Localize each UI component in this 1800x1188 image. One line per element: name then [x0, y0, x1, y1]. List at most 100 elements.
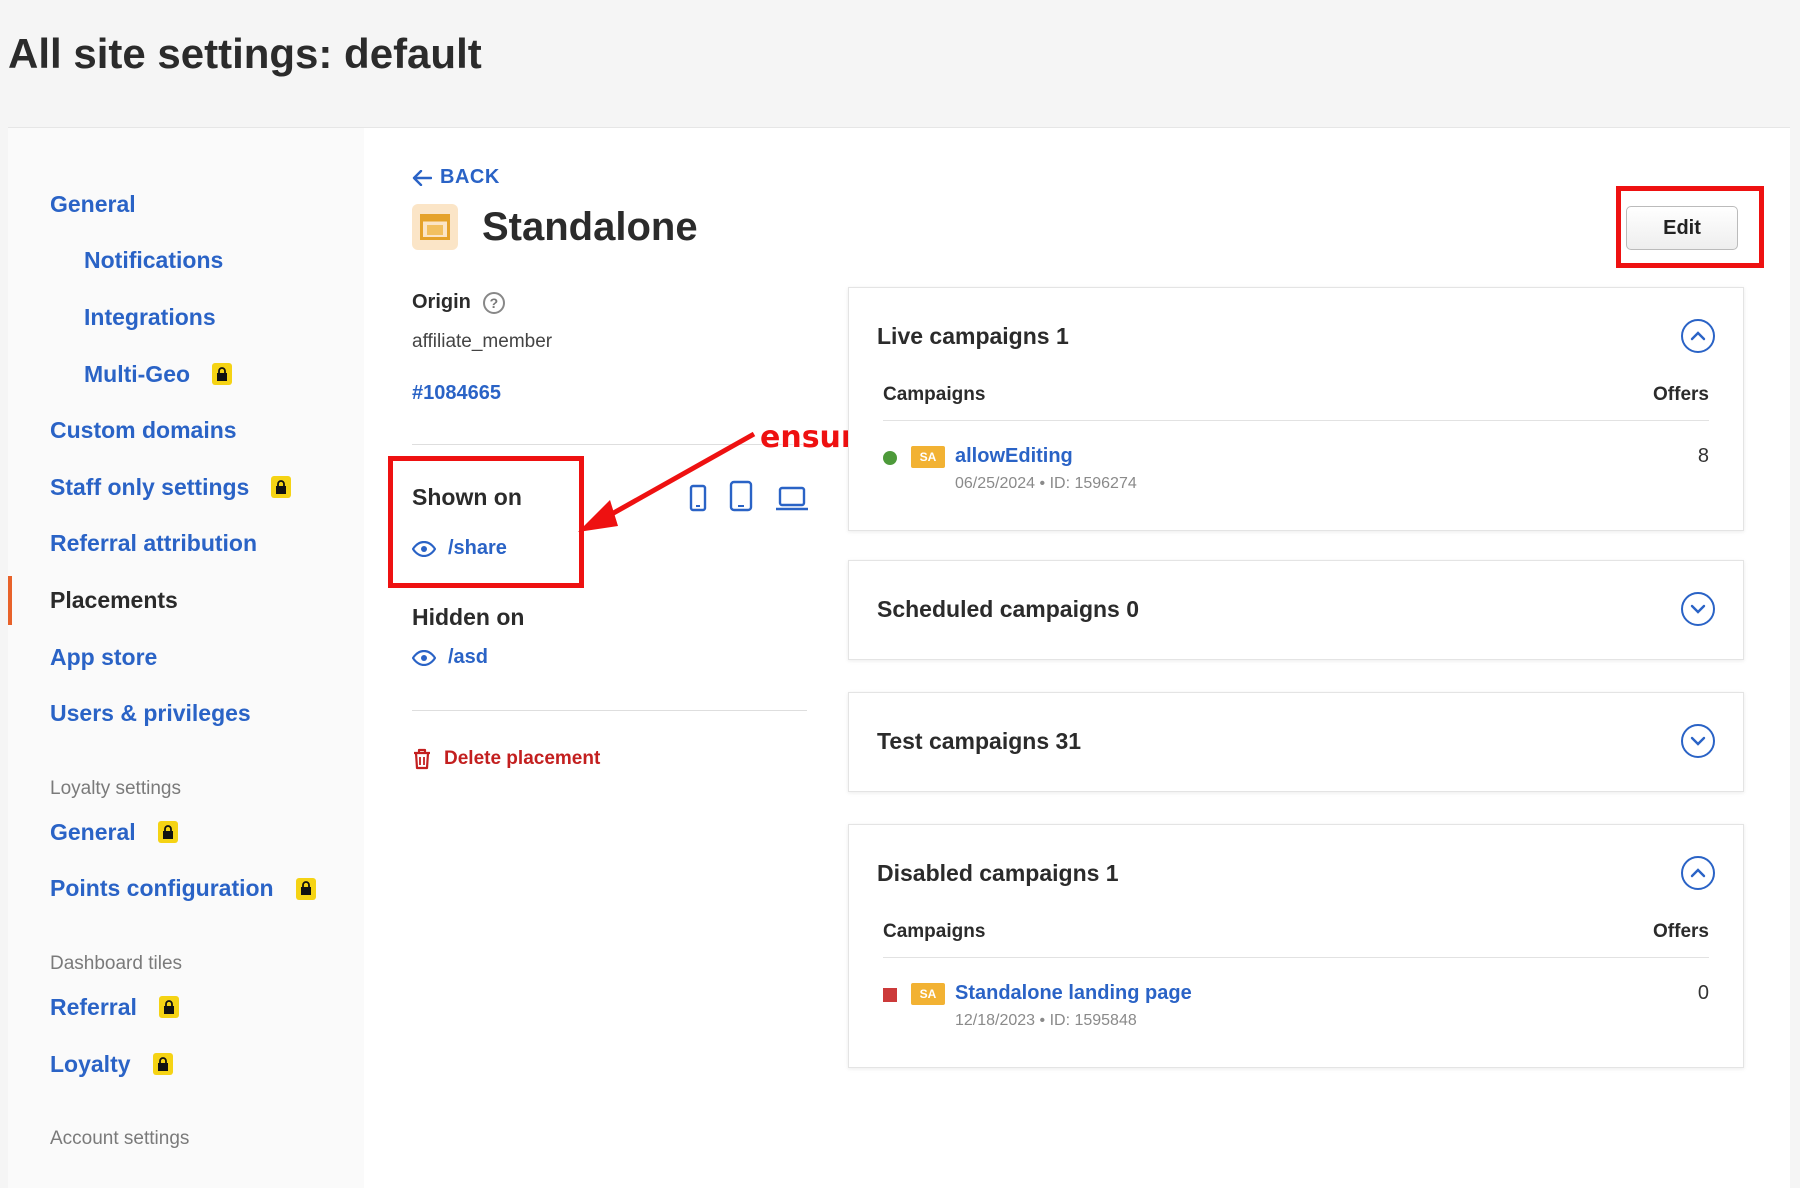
lock-icon: [271, 476, 292, 499]
sidebar-item-users-privileges[interactable]: Users & privileges: [8, 685, 364, 742]
card-header[interactable]: Test campaigns 31: [849, 693, 1743, 789]
campaign-meta: 06/25/2024 • ID: 1596274: [955, 475, 1137, 492]
sidebar-item-general[interactable]: General: [8, 176, 364, 233]
sidebar-item-notifications[interactable]: Notifications: [8, 233, 364, 290]
sidebar-item-label: Loyalty: [50, 1050, 131, 1077]
card-title: Disabled campaigns 1: [877, 859, 1119, 886]
sidebar-item-loyalty-general[interactable]: General: [8, 804, 364, 861]
trash-icon: [414, 748, 430, 770]
card-title: Test campaigns 31: [877, 727, 1082, 754]
lock-icon: [152, 1053, 173, 1076]
help-icon[interactable]: ?: [482, 291, 505, 314]
settings-panel: General Notifications Integrations Multi…: [8, 127, 1790, 1188]
campaign-name-link[interactable]: Standalone landing page: [955, 982, 1192, 1005]
sidebar-item-label: Integrations: [84, 303, 216, 330]
hidden-on-path-text: /asd: [448, 646, 489, 668]
column-header-campaigns: Campaigns: [883, 921, 986, 942]
chevron-down-icon[interactable]: [1681, 724, 1715, 758]
eye-icon: [412, 540, 436, 557]
sidebar-item-label: Staff only settings: [50, 473, 250, 500]
shown-on-label: Shown on: [412, 484, 522, 510]
chevron-up-icon[interactable]: [1681, 319, 1715, 353]
shown-on-path-text: /share: [448, 537, 507, 559]
sidebar-item-referral-tile[interactable]: Referral: [8, 979, 364, 1036]
lock-icon: [158, 996, 179, 1019]
hidden-on-label: Hidden on: [412, 604, 525, 630]
edit-button[interactable]: Edit: [1626, 206, 1738, 250]
card-title: Scheduled campaigns 0: [877, 595, 1140, 622]
card-header[interactable]: Disabled campaigns 1: [849, 825, 1743, 921]
sidebar-item-label: App store: [50, 643, 158, 670]
placement-detail: BACK Standalone Edit Origin ? affiliate_…: [364, 128, 1790, 1188]
sidebar-item-label: Multi-Geo: [84, 360, 191, 387]
campaign-type-badge: SA: [911, 446, 945, 468]
status-disabled-square: [883, 988, 897, 1002]
status-live-dot: [883, 451, 897, 465]
sidebar-item-referral-attribution[interactable]: Referral attribution: [8, 516, 364, 573]
back-link[interactable]: BACK: [412, 166, 500, 189]
sidebar-item-label: Custom domains: [50, 417, 237, 444]
laptop-icon[interactable]: [775, 486, 809, 512]
delete-placement-label: Delete placement: [444, 748, 601, 769]
sidebar-item-loyalty-tile[interactable]: Loyalty: [8, 1036, 364, 1093]
chevron-up-icon[interactable]: [1681, 856, 1715, 890]
sidebar-item-label: General: [50, 190, 136, 217]
sidebar-item-integrations[interactable]: Integrations: [8, 289, 364, 346]
sidebar-item-points-configuration[interactable]: Points configuration: [8, 861, 364, 918]
sidebar-item-staff-only-settings[interactable]: Staff only settings: [8, 459, 364, 516]
sidebar-item-custom-domains[interactable]: Custom domains: [8, 402, 364, 459]
live-campaigns-card: Live campaigns 1 Campaigns Offers SA all…: [848, 287, 1744, 531]
origin-value: affiliate_member: [412, 331, 553, 352]
sidebar-item-placements[interactable]: Placements: [8, 572, 364, 629]
card-title: Live campaigns 1: [877, 322, 1069, 349]
sidebar-item-label: Points configuration: [50, 875, 274, 902]
shown-on-highlight-box: [388, 456, 584, 588]
sidebar-group-dashboard-tiles: Dashboard tiles: [50, 953, 183, 975]
sidebar-item-app-store[interactable]: App store: [8, 629, 364, 686]
card-header[interactable]: Scheduled campaigns 0: [849, 561, 1743, 657]
column-header-offers: Offers: [1653, 921, 1709, 942]
campaign-meta: 12/18/2023 • ID: 1595848: [955, 1012, 1137, 1029]
sidebar-item-label: Referral attribution: [50, 530, 258, 557]
back-label: BACK: [440, 166, 500, 188]
campaign-offers: 0: [1697, 982, 1709, 1004]
scheduled-campaigns-card: Scheduled campaigns 0: [848, 560, 1744, 660]
arrow-left-icon: [412, 169, 432, 186]
placement-title: Standalone: [482, 204, 698, 249]
card-header[interactable]: Live campaigns 1: [849, 288, 1743, 384]
sidebar-item-label: General: [50, 818, 136, 845]
origin-label-text: Origin: [412, 291, 471, 313]
divider: [412, 710, 807, 711]
sidebar-group-loyalty-settings: Loyalty settings: [50, 777, 181, 799]
annotation-arrow: [578, 431, 756, 532]
settings-sidebar: General Notifications Integrations Multi…: [8, 128, 364, 1188]
test-campaigns-card: Test campaigns 31: [848, 692, 1744, 792]
campaign-offers: 8: [1697, 445, 1709, 467]
standalone-placement-icon: [412, 204, 458, 250]
column-header-campaigns: Campaigns: [883, 384, 986, 405]
table-header: Campaigns Offers: [883, 921, 1709, 958]
eye-icon: [412, 649, 436, 666]
table-header: Campaigns Offers: [883, 384, 1709, 421]
disabled-campaigns-card: Disabled campaigns 1 Campaigns Offers SA…: [848, 824, 1744, 1068]
sidebar-item-label: Users & privileges: [50, 700, 251, 727]
column-header-offers: Offers: [1653, 384, 1709, 405]
sidebar-item-label: Referral: [50, 993, 137, 1020]
sidebar-group-account-settings: Account settings: [50, 1128, 190, 1150]
page-title: All site settings: default: [8, 30, 482, 77]
lock-icon: [157, 821, 178, 844]
hidden-on-path[interactable]: /asd: [412, 646, 488, 669]
lock-icon: [212, 363, 233, 386]
origin-id-link[interactable]: #1084665: [412, 382, 501, 405]
campaign-type-badge: SA: [911, 983, 945, 1005]
delete-placement-button[interactable]: Delete placement: [412, 748, 600, 770]
sidebar-item-label: Notifications: [84, 247, 224, 274]
table-row: SA allowEditing 06/25/2024 • ID: 1596274…: [883, 421, 1709, 509]
origin-label: Origin ?: [412, 291, 505, 314]
sidebar-item-label: Placements: [50, 586, 178, 613]
sidebar-item-multi-geo[interactable]: Multi-Geo: [8, 346, 364, 403]
table-row: SA Standalone landing page 12/18/2023 • …: [883, 958, 1709, 1046]
chevron-down-icon[interactable]: [1681, 592, 1715, 626]
shown-on-path[interactable]: /share: [412, 537, 507, 560]
campaign-name-link[interactable]: allowEditing: [955, 445, 1073, 468]
